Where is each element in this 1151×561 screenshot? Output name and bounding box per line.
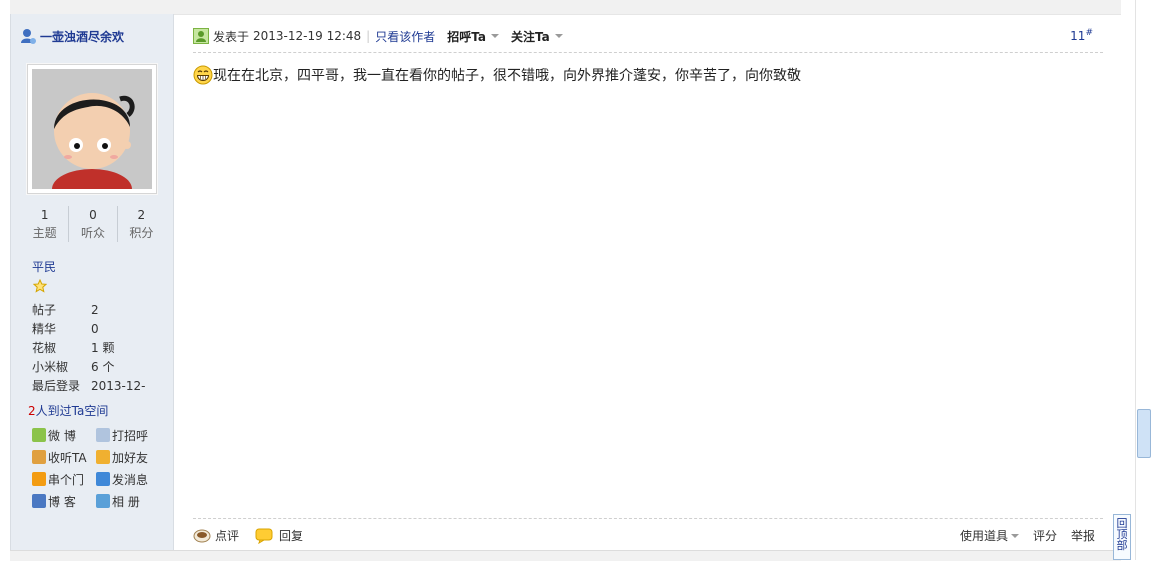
scrollbar-thumb[interactable]: [1137, 409, 1151, 458]
prop-row: 精华 0: [32, 320, 172, 339]
action-label: 打招呼: [112, 428, 149, 443]
stat-number: 2: [137, 208, 146, 222]
visit-text: 人到过Ta空间: [35, 404, 109, 418]
comment-button[interactable]: 点评: [215, 527, 239, 544]
weibo-button[interactable]: 微 博: [32, 426, 96, 444]
follow-label: 关注Ta: [510, 29, 550, 44]
prop-value: 2: [91, 303, 99, 317]
posted-time: 2013-12-19 12:48: [253, 29, 362, 43]
comment-cup-icon: [193, 529, 211, 542]
use-tool-label: 使用道具: [959, 529, 1008, 543]
use-tool-dropdown[interactable]: 使用道具: [960, 527, 1019, 544]
weibo-icon: [32, 428, 46, 442]
posted-prefix: 发表于: [213, 29, 250, 44]
previous-post-bottom-band: [10, 0, 1121, 15]
post-body: 现在在北京，四平哥，我一直在看你的帖子，很不错哦，向外界推介蓬安，你辛苦了，向你…: [193, 62, 1093, 88]
greet-label: 招呼Ta: [447, 29, 486, 44]
next-post-top-band: [10, 550, 1121, 561]
stat-followers[interactable]: 0 听众: [69, 206, 118, 242]
floor-number[interactable]: 11#: [1070, 28, 1093, 43]
blog-button[interactable]: 博 客: [32, 492, 96, 510]
post-meta: 发表于 2013-12-19 12:48 | 只看该作者 招呼Ta 关注Ta: [193, 26, 563, 46]
post-footer: 点评 回复 使用道具 评分 举报: [193, 518, 1103, 549]
prop-row: 最后登录 2013-12-: [32, 377, 172, 396]
listen-icon: [32, 450, 46, 464]
author-sidebar: 一壶浊酒尽余欢 1 主题 0 听众 2 积分 平民 帖子 2 精华 0 花椒 1…: [10, 14, 174, 550]
space-visits-link[interactable]: 2人到过Ta空间: [28, 402, 108, 419]
cartoon-avatar-icon: [32, 69, 152, 189]
prop-key: 最后登录: [32, 379, 81, 393]
author-stats: 1 主题 0 听众 2 积分: [21, 206, 165, 242]
author-actions: 微 博 打招呼 收听TA 加好友 串个门 发消息 博 客 相 册: [32, 426, 172, 510]
prop-row: 小米椒 6 个: [32, 358, 172, 377]
handshake-icon: [96, 450, 110, 464]
post-content: 现在在北京，四平哥，我一直在看你的帖子，很不错哦，向外界推介蓬安，你辛苦了，向你…: [213, 68, 801, 84]
stat-threads[interactable]: 1 主题: [21, 206, 70, 242]
author-name-link[interactable]: 一壶浊酒尽余欢: [40, 28, 124, 45]
scrollbar-track[interactable]: [1135, 0, 1136, 560]
report-button[interactable]: 举报: [1071, 527, 1095, 544]
grin-smiley-icon: [193, 65, 213, 85]
wave-icon: [96, 428, 110, 442]
mail-icon: [96, 472, 110, 486]
stat-label: 积分: [129, 226, 154, 240]
prop-value: 1 颗: [91, 341, 115, 355]
post-actions-right: 使用道具 评分 举报: [946, 527, 1095, 544]
back-to-top-button[interactable]: 回顶部: [1113, 514, 1131, 560]
chevron-down-icon: [490, 34, 499, 38]
stat-label: 听众: [80, 226, 105, 240]
stat-number: 1: [40, 208, 49, 222]
greet-button[interactable]: 打招呼: [96, 426, 160, 444]
action-label: 收听TA: [48, 450, 87, 465]
send-message-button[interactable]: 发消息: [96, 470, 160, 488]
listen-button[interactable]: 收听TA: [32, 448, 96, 466]
stat-number: 0: [89, 208, 97, 222]
prop-value: 6 个: [91, 360, 115, 374]
user-rank-link[interactable]: 平民: [32, 258, 56, 275]
action-label: 微 博: [48, 428, 76, 443]
separator: |: [366, 29, 371, 43]
prop-row: 帖子 2: [32, 301, 172, 320]
avatar[interactable]: [27, 64, 157, 194]
action-label: 相 册: [112, 494, 140, 509]
online-status-icon: [193, 28, 209, 44]
action-label: 串个门: [48, 472, 85, 487]
album-icon: [96, 494, 110, 508]
add-friend-button[interactable]: 加好友: [96, 448, 160, 466]
rate-button[interactable]: 评分: [1033, 527, 1057, 544]
action-label: 发消息: [112, 472, 149, 487]
prop-value: 0: [91, 322, 99, 336]
action-label: 博 客: [48, 494, 76, 509]
album-button[interactable]: 相 册: [96, 492, 160, 510]
visit-count: 2: [28, 404, 36, 418]
author-name-row: 一壶浊酒尽余欢: [19, 26, 124, 46]
home-icon: [32, 472, 46, 486]
stat-label: 主题: [32, 226, 57, 240]
author-props: 帖子 2 精华 0 花椒 1 颗 小米椒 6 个 最后登录 2013-12-: [32, 301, 172, 396]
follow-dropdown[interactable]: 关注Ta: [511, 28, 563, 45]
prop-key: 精华: [32, 322, 57, 336]
floor-mark: #: [1085, 28, 1093, 38]
reply-bubble-icon: [255, 528, 273, 544]
action-label: 加好友: [112, 450, 149, 465]
stat-points[interactable]: 2 积分: [118, 206, 165, 242]
prop-key: 小米椒: [32, 360, 69, 374]
prop-row: 花椒 1 颗: [32, 339, 172, 358]
star-icon: [33, 279, 47, 293]
online-user-icon: [21, 29, 36, 44]
post-actions-left: 点评 回复: [193, 527, 303, 544]
blog-icon: [32, 494, 46, 508]
avatar-image: [32, 69, 152, 189]
floor-value: 11: [1070, 29, 1086, 43]
visit-home-button[interactable]: 串个门: [32, 470, 96, 488]
reply-button[interactable]: 回复: [279, 527, 303, 544]
chevron-down-icon: [1010, 533, 1019, 538]
greet-dropdown[interactable]: 招呼Ta: [447, 28, 499, 45]
post-header: 发表于 2013-12-19 12:48 | 只看该作者 招呼Ta 关注Ta 1…: [193, 26, 1103, 53]
prop-key: 帖子: [32, 303, 57, 317]
only-author-link[interactable]: 只看该作者: [375, 28, 435, 45]
prop-value: 2013-12-: [91, 379, 146, 393]
prop-key: 花椒: [32, 341, 57, 355]
chevron-down-icon: [554, 34, 563, 38]
